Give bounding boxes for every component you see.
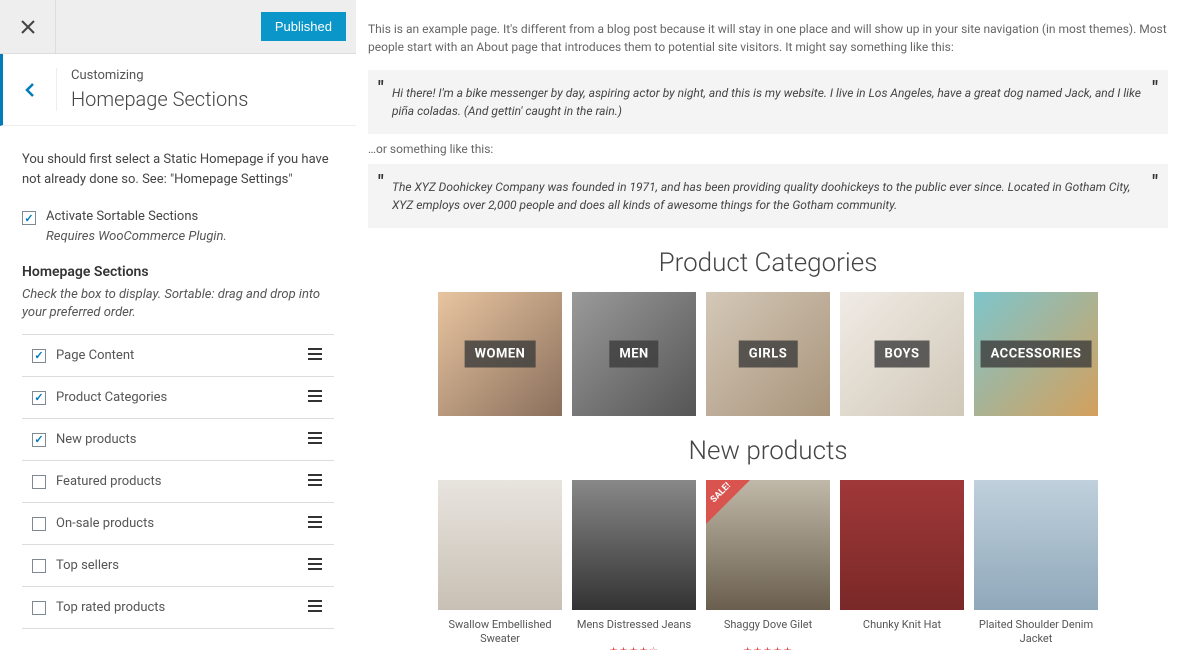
section-label: On-sale products — [56, 516, 306, 531]
product-card: Swallow Embellished Sweater$69.95♡Select… — [438, 480, 562, 650]
section-label: Product Categories — [56, 390, 306, 405]
section-heading: Customizing Homepage Sections — [56, 68, 356, 111]
or-text: …or something like this: — [368, 142, 1168, 156]
activate-row: Activate Sortable Sections — [22, 209, 334, 225]
product-rating — [840, 646, 964, 650]
section-label: Top sellers — [56, 558, 306, 573]
drag-handle-icon[interactable] — [306, 556, 324, 576]
category-label: ACCESSORIES — [981, 341, 1092, 368]
sidebar-topbar: Published — [0, 0, 356, 54]
products-grid: Swallow Embellished Sweater$69.95♡Select… — [368, 480, 1168, 650]
category-label: GIRLS — [739, 341, 798, 368]
sortable-item[interactable]: New products — [22, 419, 334, 461]
quote-text-2: The XYZ Doohickey Company was founded in… — [392, 178, 1144, 214]
activate-label: Activate Sortable Sections — [46, 209, 198, 224]
drag-handle-icon[interactable] — [306, 388, 324, 408]
product-image[interactable] — [572, 480, 696, 610]
categories-grid: WOMEN MEN GIRLS BOYS ACCESSORIES — [368, 292, 1168, 416]
category-label: BOYS — [875, 341, 930, 368]
product-image[interactable] — [974, 480, 1098, 610]
drag-handle-icon[interactable] — [306, 472, 324, 492]
publish-wrap: Published — [56, 12, 356, 41]
product-name[interactable]: Plaited Shoulder Denim Jacket — [974, 618, 1098, 647]
customizing-label: Customizing — [71, 68, 356, 83]
category-card[interactable]: GIRLS — [706, 292, 830, 416]
sortable-item[interactable]: Page Content — [22, 335, 334, 377]
product-name[interactable]: Chunky Knit Hat — [840, 618, 964, 644]
section-label: New products — [56, 432, 306, 447]
drag-handle-icon[interactable] — [306, 514, 324, 534]
category-card[interactable]: WOMEN — [438, 292, 562, 416]
sortable-item[interactable]: Featured products — [22, 461, 334, 503]
section-title: Homepage Sections — [71, 87, 356, 111]
category-label: WOMEN — [465, 341, 536, 368]
section-checkbox[interactable] — [32, 559, 46, 573]
published-button[interactable]: Published — [261, 12, 346, 41]
category-card[interactable]: MEN — [572, 292, 696, 416]
intro-text: This is an example page. It's different … — [368, 0, 1168, 64]
close-button[interactable] — [0, 0, 56, 53]
category-card[interactable]: ACCESSORIES — [974, 292, 1098, 416]
preview-pane: This is an example page. It's different … — [356, 0, 1180, 650]
section-label: Page Content — [56, 348, 306, 363]
product-image[interactable] — [840, 480, 964, 610]
new-products-heading: New products — [368, 436, 1168, 466]
section-label: Featured products — [56, 474, 306, 489]
section-label: Top rated products — [56, 600, 306, 615]
sortable-item[interactable]: On-sale products — [22, 503, 334, 545]
categories-heading: Product Categories — [368, 248, 1168, 278]
instruction-text: You should first select a Static Homepag… — [22, 150, 334, 189]
quote-block-1: Hi there! I'm a bike messenger by day, a… — [368, 70, 1168, 134]
panel-body: You should first select a Static Homepag… — [0, 126, 356, 641]
chevron-left-icon — [22, 82, 38, 98]
category-label: MEN — [609, 341, 658, 368]
sortable-list: Page Content Product Categories New produc… — [22, 334, 334, 629]
drag-handle-icon[interactable] — [306, 430, 324, 450]
product-card: SALE!Shaggy Dove Gilet★★★★★$59.99$49.95♡… — [706, 480, 830, 650]
drag-handle-icon[interactable] — [306, 346, 324, 366]
quote-text-1: Hi there! I'm a bike messenger by day, a… — [392, 84, 1144, 120]
product-name[interactable]: Shaggy Dove Gilet — [706, 618, 830, 644]
section-checkbox[interactable] — [32, 349, 46, 363]
section-checkbox[interactable] — [32, 601, 46, 615]
close-icon — [21, 20, 35, 34]
product-rating: ★★★★★ — [706, 646, 830, 650]
category-card[interactable]: BOYS — [840, 292, 964, 416]
back-row: Customizing Homepage Sections — [0, 54, 356, 126]
sortable-item[interactable]: Product Categories — [22, 377, 334, 419]
section-checkbox[interactable] — [32, 475, 46, 489]
section-checkbox[interactable] — [32, 433, 46, 447]
back-button[interactable] — [3, 82, 56, 98]
product-name[interactable]: Swallow Embellished Sweater — [438, 618, 562, 647]
section-checkbox[interactable] — [32, 391, 46, 405]
product-card: Chunky Knit Hat$39.95♡Add to cart — [840, 480, 964, 650]
activate-note: Requires WooCommerce Plugin. — [46, 229, 334, 244]
activate-checkbox[interactable] — [22, 211, 36, 225]
homepage-sections-sub: Check the box to display. Sortable: drag… — [22, 286, 334, 322]
drag-handle-icon[interactable] — [306, 598, 324, 618]
section-checkbox[interactable] — [32, 517, 46, 531]
product-image[interactable]: SALE! — [706, 480, 830, 610]
sortable-item[interactable]: Top sellers — [22, 545, 334, 587]
sortable-item[interactable]: Top rated products — [22, 587, 334, 629]
quote-block-2: The XYZ Doohickey Company was founded in… — [368, 164, 1168, 228]
product-card: Mens Distressed Jeans★★★★☆$89.95♡Select … — [572, 480, 696, 650]
customizer-sidebar: Published Customizing Homepage Sections … — [0, 0, 356, 650]
product-image[interactable] — [438, 480, 562, 610]
homepage-sections-title: Homepage Sections — [22, 264, 334, 280]
product-name[interactable]: Mens Distressed Jeans — [572, 618, 696, 644]
product-card: Plaited Shoulder Denim Jacket$59.95♡Add … — [974, 480, 1098, 650]
product-rating: ★★★★☆ — [572, 646, 696, 650]
